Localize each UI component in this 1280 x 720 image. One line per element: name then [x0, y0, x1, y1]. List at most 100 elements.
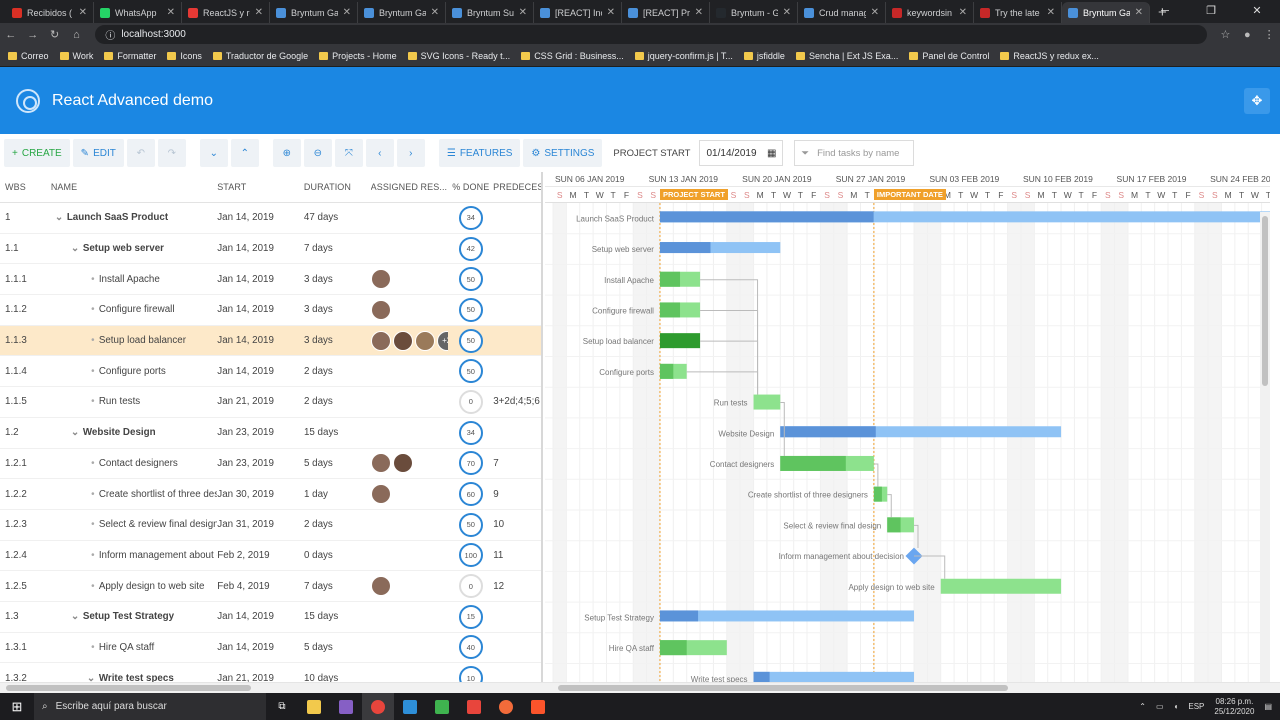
resources-cell[interactable] — [370, 453, 449, 474]
browser-tab[interactable]: Bryntum Ga ✕ — [1062, 2, 1150, 23]
name-cell[interactable]: • Hire QA staff — [51, 642, 217, 653]
table-row[interactable]: 1.1.4 • Configure ports Jan 14, 2019 2 days 5… — [0, 356, 541, 388]
start-cell[interactable]: Jan 14, 2019 — [217, 335, 304, 346]
start-cell[interactable]: Jan 31, 2019 — [217, 519, 304, 530]
percent-cell[interactable]: 50 — [448, 512, 493, 537]
name-cell[interactable]: • Select & review final design — [51, 519, 217, 530]
tray-chevron-icon[interactable]: ⌃ — [1139, 702, 1146, 711]
reload-icon[interactable]: ↻ — [44, 28, 66, 41]
name-cell[interactable]: ⌄ Setup Test Strategy — [51, 611, 217, 622]
start-cell[interactable]: Jan 30, 2019 — [217, 489, 304, 500]
browser-tab[interactable]: Crud manag ✕ — [798, 2, 886, 23]
summary-bar[interactable] — [659, 610, 914, 622]
calendar-icon[interactable]: ▦ — [767, 148, 776, 159]
avatar[interactable] — [370, 330, 391, 351]
create-button[interactable]: + CREATE — [4, 139, 70, 167]
predecessor-cell[interactable]: 10 — [493, 519, 541, 530]
settings-button[interactable]: ⚙ SETTINGS — [523, 139, 603, 167]
column-duration[interactable]: DURATION — [304, 182, 371, 192]
column-percent-done[interactable]: % DONE — [448, 182, 493, 192]
zoom-in-button[interactable]: ⊕ — [272, 139, 301, 167]
zoom-to-fit-button[interactable]: ⤧ — [334, 139, 363, 167]
start-cell[interactable]: Jan 14, 2019 — [217, 304, 304, 315]
name-cell[interactable]: • Configure firewall — [51, 304, 217, 315]
name-cell[interactable]: • Configure ports — [51, 366, 217, 377]
browser-tab[interactable]: [REACT] Pro ✕ — [622, 2, 710, 23]
notifications-icon[interactable]: ▤ — [1264, 702, 1272, 711]
table-row[interactable]: 1.1.3 • Setup load balancer Jan 14, 2019 3 d… — [0, 325, 541, 357]
postman-icon[interactable] — [490, 693, 522, 720]
start-cell[interactable]: Jan 21, 2019 — [217, 396, 304, 407]
browser-tab[interactable]: Bryntum Ga ✕ — [358, 2, 446, 23]
bookmark-star-icon[interactable]: ☆ — [1215, 28, 1237, 41]
start-cell[interactable]: Jan 23, 2019 — [217, 427, 304, 438]
name-cell[interactable]: • Run tests — [51, 396, 217, 407]
fullscreen-button[interactable]: ✥ — [1244, 88, 1270, 114]
close-tab-icon[interactable]: ✕ — [79, 7, 87, 18]
resources-cell[interactable] — [370, 269, 449, 290]
table-row[interactable]: 1.1.2 • Configure firewall Jan 14, 2019 3 da… — [0, 295, 541, 326]
table-row[interactable]: 1.2.4 •Inform management about decisionFe… — [0, 541, 541, 572]
minimize-icon[interactable]: ─ — [1142, 0, 1188, 22]
close-tab-icon[interactable]: ✕ — [519, 7, 527, 18]
table-row[interactable]: 1.3 ⌄ Setup Test Strategy Jan 14, 2019 15 da… — [0, 602, 541, 633]
maximize-icon[interactable]: ❐ — [1188, 0, 1234, 22]
percent-cell[interactable]: 10 — [448, 666, 493, 682]
name-cell[interactable]: ⌄ Setup web server — [51, 243, 217, 254]
duration-cell[interactable]: 3 days — [304, 304, 371, 315]
start-cell[interactable]: Jan 14, 2019 — [217, 243, 304, 254]
percent-cell[interactable]: 50 — [448, 267, 493, 292]
duration-cell[interactable]: 2 days — [304, 366, 371, 377]
visual-studio-icon[interactable] — [330, 693, 362, 720]
features-button[interactable]: ☰ FEATURES — [438, 139, 521, 167]
clock[interactable]: 08:26 p.m. 25/12/2020 — [1214, 697, 1254, 717]
name-cell[interactable]: ⌄ Write test specs — [51, 673, 217, 682]
forward-icon[interactable]: → — [22, 29, 44, 41]
project-start-field[interactable]: 01/14/2019 ▦ — [699, 140, 784, 166]
vertical-scrollbar[interactable] — [1260, 212, 1270, 682]
table-row[interactable]: 1.2.3 • Select & review final design Jan 31… — [0, 510, 541, 541]
name-cell[interactable]: • Setup load balancer — [51, 335, 217, 346]
table-row[interactable]: 1.3.1 • Hire QA staff Jan 14, 2019 5 days 40 — [0, 633, 541, 664]
file-explorer-icon[interactable] — [298, 693, 330, 720]
table-row[interactable]: 1.1 ⌄ Setup web server Jan 14, 2019 7 days 42 — [0, 234, 541, 265]
avatar[interactable] — [370, 576, 391, 597]
edit-button[interactable]: ✎ EDIT — [72, 139, 124, 167]
avatar[interactable] — [370, 484, 391, 505]
chrome-icon[interactable] — [362, 693, 394, 720]
percent-cell[interactable]: 60 — [448, 482, 493, 507]
browser-tab[interactable]: Bryntum - G ✕ — [710, 2, 798, 23]
percent-cell[interactable]: 100 — [448, 543, 493, 568]
avatar[interactable] — [414, 330, 435, 351]
language-indicator[interactable]: ESP — [1188, 702, 1204, 711]
bookmark-item[interactable]: CSS Grid : Business... — [521, 51, 624, 61]
percent-cell[interactable]: 0 — [448, 574, 493, 599]
start-cell[interactable]: Jan 14, 2019 — [217, 274, 304, 285]
back-icon[interactable]: ← — [0, 29, 22, 41]
project-start-flag[interactable]: PROJECT START — [659, 189, 728, 200]
summary-bar[interactable] — [753, 671, 914, 682]
close-tab-icon[interactable]: ✕ — [959, 7, 967, 18]
percent-cell[interactable]: 34 — [448, 205, 493, 230]
duration-cell[interactable]: 3 days — [304, 335, 371, 346]
redo-button[interactable]: ↷ — [157, 139, 186, 167]
bookmark-item[interactable]: Panel de Control — [909, 51, 989, 61]
duration-cell[interactable]: 7 days — [304, 581, 371, 592]
red-app-icon[interactable] — [458, 693, 490, 720]
avatar[interactable] — [370, 453, 391, 474]
more-resources-badge[interactable]: +2 — [436, 330, 449, 351]
percent-cell[interactable]: 50 — [448, 297, 493, 322]
avatar[interactable] — [370, 299, 391, 320]
predecessor-cell[interactable]: 9 — [493, 489, 541, 500]
close-tab-icon[interactable]: ✕ — [167, 7, 175, 18]
percent-cell[interactable]: 50 — [448, 359, 493, 384]
camtasia-icon[interactable] — [426, 693, 458, 720]
collapse-chevron-icon[interactable]: ⌄ — [87, 673, 99, 682]
collapse-chevron-icon[interactable]: ⌄ — [71, 243, 83, 254]
table-row[interactable]: 1.2.2 •Create shortlist of three designer… — [0, 479, 541, 510]
start-cell[interactable]: Jan 14, 2019 — [217, 212, 304, 223]
predecessor-cell[interactable]: 3+2d;4;5;6 — [493, 396, 541, 407]
name-cell[interactable]: • Install Apache — [51, 274, 217, 285]
bookmark-item[interactable]: Work — [59, 51, 93, 61]
duration-cell[interactable]: 7 days — [304, 243, 371, 254]
